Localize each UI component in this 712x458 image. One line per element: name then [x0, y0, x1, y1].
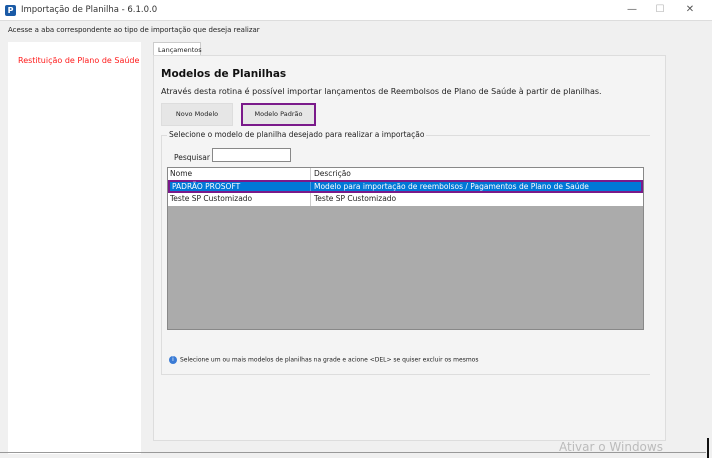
sidebar-item-restituicao[interactable]: Restituição de Plano de Saúde — [18, 56, 139, 65]
model-groupbox: Selecione o modelo de planilha desejado … — [161, 130, 650, 375]
page-title: Modelos de Planilhas — [161, 68, 287, 80]
window-title: Importação de Planilha - 6.1.0.0 — [21, 5, 158, 15]
minimize-button[interactable]: — — [622, 3, 642, 17]
table-row[interactable]: PADRÃO PROSOFT Modelo para importação de… — [168, 180, 643, 193]
new-model-button[interactable]: Novo Modelo — [161, 103, 233, 126]
group-label: Selecione o modelo de planilha desejado … — [167, 130, 427, 139]
column-header-descricao[interactable]: Descrição — [310, 168, 351, 180]
maximize-button[interactable]: ☐ — [650, 3, 670, 17]
title-bar: P Importação de Planilha - 6.1.0.0 — ☐ ✕ — [0, 0, 712, 21]
activation-watermark: Ativar o Windows — [559, 440, 663, 454]
cell-descricao: Teste SP Customizado — [310, 193, 396, 206]
table-row[interactable]: Teste SP Customizado Teste SP Customizad… — [168, 193, 643, 206]
cell-nome: PADRÃO PROSOFT — [172, 182, 241, 191]
tab-lancamentos[interactable]: Lançamentos — [153, 42, 202, 56]
default-model-button[interactable]: Modelo Padrão — [241, 103, 316, 126]
close-button[interactable]: ✕ — [680, 3, 700, 17]
page-description: Através desta rotina é possível importar… — [161, 87, 602, 96]
models-grid[interactable]: Nome Descrição PADRÃO PROSOFT Modelo par… — [167, 167, 644, 330]
column-header-nome[interactable]: Nome — [170, 168, 310, 180]
tab-panel: Modelos de Planilhas Através desta rotin… — [153, 55, 666, 441]
cell-nome: Teste SP Customizado — [170, 194, 253, 203]
instruction-text: Acesse a aba correspondente ao tipo de i… — [8, 26, 260, 34]
search-label: Pesquisar — [174, 153, 210, 162]
info-message: i Selecione um ou mais modelos de planilh… — [169, 356, 478, 364]
app-icon: P — [5, 5, 16, 16]
info-icon: i — [169, 356, 177, 364]
cell-descricao: Modelo para importação de reembolsos / P… — [310, 182, 589, 191]
search-input[interactable] — [212, 148, 291, 162]
info-text: Selecione um ou mais modelos de planilha… — [180, 356, 479, 364]
cursor-caret — [707, 438, 709, 458]
sidebar: Restituição de Plano de Saúde — [8, 42, 141, 454]
